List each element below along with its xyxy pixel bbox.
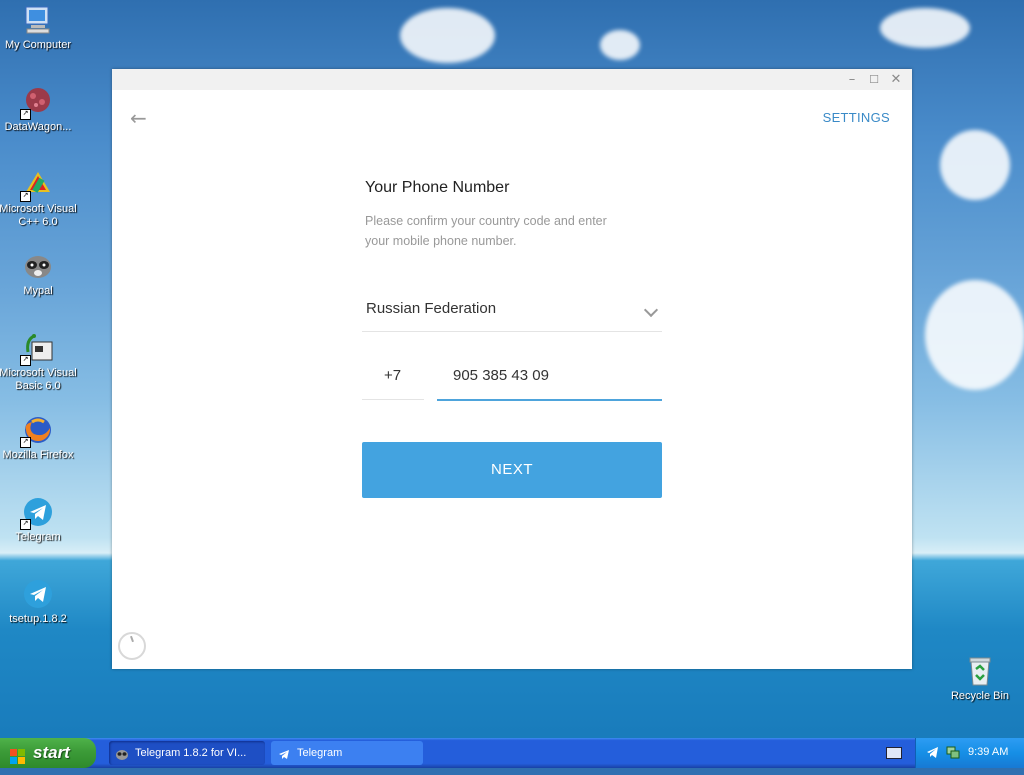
cloud (880, 8, 970, 48)
close-icon[interactable]: ✕ (886, 71, 906, 88)
telegram-icon (277, 746, 291, 760)
desktop-icon-label: Mozilla Firefox (2, 449, 74, 461)
desktop-icon-telegram[interactable]: ↗ Telegram (0, 496, 78, 544)
cloud (940, 130, 1010, 200)
taskbar-item-telegram[interactable]: Telegram (271, 741, 423, 765)
settings-link[interactable]: SETTINGS (823, 110, 890, 125)
phone-number-value: 905 385 43 09 (453, 367, 549, 384)
page-title: Your Phone Number (365, 179, 510, 196)
recycle-bin-icon (964, 655, 996, 687)
visual-cpp-icon: ↗ (20, 168, 54, 202)
desktop-icon-mypal[interactable]: Mypal (0, 250, 78, 298)
country-select-value: Russian Federation (366, 300, 497, 317)
desktop-icon-my-computer[interactable]: My Computer (0, 4, 78, 52)
country-select[interactable]: Russian Federation (362, 293, 662, 332)
clock[interactable]: 9:39 AM (968, 746, 1008, 758)
back-arrow-icon[interactable]: ← (130, 107, 152, 129)
taskbar-item-label: Telegram (297, 747, 343, 759)
desktop-icon-label: Mypal (23, 285, 53, 297)
desktop-icon-visual-basic[interactable]: ↗ Microsoft Visual Basic 6.0 (0, 332, 78, 393)
desktop-icon-label: Recycle Bin (950, 690, 1010, 702)
keyboard-icon[interactable] (886, 747, 902, 759)
datawagon-icon: ↗ (20, 86, 54, 120)
shortcut-arrow-icon: ↗ (20, 355, 31, 366)
taskbar-item-telegram-setup[interactable]: Telegram 1.8.2 for VI... (109, 741, 265, 765)
taskbar: start Telegram 1.8.2 for VI... Telegram … (0, 738, 1024, 768)
network-tray-icon[interactable] (946, 745, 960, 763)
desktop-icon-label: Microsoft Visual C++ 6.0 (0, 203, 77, 228)
mypal-raccoon-icon (115, 746, 129, 760)
desktop-icon-visual-cpp[interactable]: ↗ Microsoft Visual C++ 6.0 (0, 168, 78, 229)
chevron-down-icon (643, 302, 659, 318)
mypal-raccoon-icon (22, 250, 54, 282)
desktop-icon-label: tsetup.1.8.2 (9, 613, 67, 625)
telegram-tray-icon[interactable] (926, 746, 939, 762)
desktop-icon-firefox[interactable]: ↗ Mozilla Firefox (0, 414, 78, 462)
start-label: start (33, 743, 70, 762)
desktop-icon-label: Microsoft Visual Basic 6.0 (0, 367, 77, 392)
desktop-icon-label: Telegram (15, 531, 61, 543)
country-code-value: +7 (384, 367, 402, 384)
next-button[interactable]: NEXT (362, 442, 662, 498)
shortcut-arrow-icon: ↗ (20, 519, 31, 530)
telegram-icon: ↗ (20, 496, 54, 530)
maximize-icon[interactable]: ☐ (864, 71, 884, 88)
phone-number-field[interactable]: 905 385 43 09 (437, 359, 662, 401)
cloud (600, 30, 640, 60)
page-description: Please confirm your country code and ent… (365, 214, 607, 248)
loading-spinner-icon (118, 632, 146, 660)
country-code-field[interactable]: +7 (362, 359, 424, 400)
desktop-icon-label: My Computer (4, 39, 72, 51)
shortcut-arrow-icon: ↗ (20, 191, 31, 202)
window-titlebar[interactable]: – ☐ ✕ (112, 69, 912, 90)
desktop-icon-datawagon[interactable]: ↗ DataWagon... (0, 86, 78, 134)
taskbar-item-label: Telegram 1.8.2 for VI... (135, 747, 247, 759)
visual-basic-icon: ↗ (20, 332, 54, 366)
telegram-window: – ☐ ✕ ← SETTINGS Your Phone Number Pleas… (112, 69, 912, 669)
firefox-icon: ↗ (20, 414, 54, 448)
system-tray: 9:39 AM (915, 738, 1024, 768)
desktop-icon-tsetup[interactable]: tsetup.1.8.2 (0, 578, 78, 626)
my-computer-icon (22, 4, 54, 36)
cloud (925, 280, 1024, 390)
cloud (400, 8, 495, 63)
windows-logo-icon (10, 745, 26, 764)
shortcut-arrow-icon: ↗ (20, 109, 31, 120)
desktop-icon-recycle-bin[interactable]: Recycle Bin (940, 655, 1020, 703)
start-button[interactable]: start (0, 738, 96, 768)
telegram-setup-icon (22, 578, 54, 610)
minimize-icon[interactable]: – (842, 71, 862, 88)
desktop-icon-label: DataWagon... (4, 121, 72, 133)
shortcut-arrow-icon: ↗ (20, 437, 31, 448)
